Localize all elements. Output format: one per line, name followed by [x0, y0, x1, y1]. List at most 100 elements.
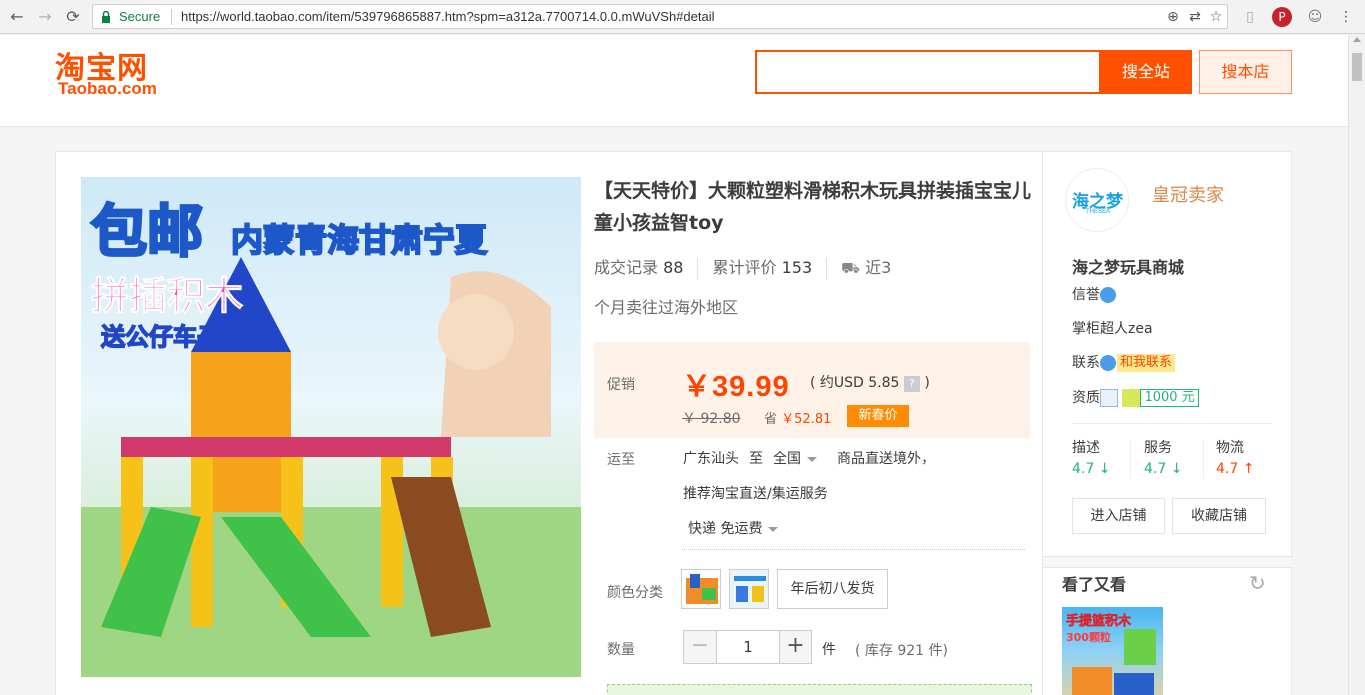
- gift-text: 送公仔车子: [101, 323, 221, 351]
- regions-text: 内蒙青海甘肃宁夏: [231, 221, 488, 259]
- search-all-button[interactable]: 搜全站: [1100, 50, 1192, 94]
- stock-text: ( 库存 921 件): [855, 643, 948, 659]
- product-title: 【天天特价】大颗粒塑料滑梯积木玩具拼装插宝宝儿童小孩益智toy: [594, 180, 1032, 234]
- divider: [1072, 423, 1272, 424]
- url-text[interactable]: https://world.taobao.com/item/5397968658…: [181, 9, 714, 24]
- zoom-icon[interactable]: ⊕: [1164, 8, 1182, 26]
- shop-name[interactable]: 海之梦玩具商城: [1072, 254, 1184, 278]
- score-service-label: 服务: [1144, 440, 1172, 456]
- ship-method-select[interactable]: 快递 免运费: [688, 518, 779, 538]
- recommend-service-link[interactable]: 推荐淘宝直送/集运服务: [683, 483, 828, 503]
- reviews-count[interactable]: 153: [782, 258, 813, 277]
- promo-badge: 新春价: [847, 405, 909, 427]
- site-header: 淘宝网 Taobao.com 搜全站 搜本店: [0, 35, 1348, 127]
- truck-icon: ⛟: [841, 259, 860, 277]
- shipping-label: 运至: [607, 452, 635, 468]
- help-icon[interactable]: ?: [903, 376, 920, 392]
- chat-icon: [1100, 355, 1116, 371]
- page: 淘宝网 Taobao.com 搜全站 搜本店 包邮 内蒙青海甘肃宁夏 拼插积木 …: [0, 35, 1348, 695]
- playground-illustration: 包邮 内蒙青海甘肃宁夏 拼插积木 送公仔车子: [81, 199, 581, 677]
- credit-row: 信誉: [1072, 284, 1116, 304]
- svg-text:300颗粒: 300颗粒: [1066, 630, 1111, 644]
- score-divider: [1130, 439, 1131, 479]
- blocks-text: 拼插积木: [91, 274, 243, 318]
- score-divider: [1203, 439, 1204, 479]
- score-desc-value: 4.7 ↓: [1072, 461, 1111, 477]
- chevron-down-icon: [768, 526, 779, 532]
- sku-swatch-1[interactable]: [681, 569, 721, 609]
- pinterest-icon[interactable]: P: [1272, 7, 1292, 27]
- shop-logo[interactable]: 海之梦 THESEA: [1065, 168, 1129, 232]
- reload-icon[interactable]: ⟳: [62, 6, 84, 28]
- quantity-input[interactable]: 1: [717, 631, 779, 663]
- usd-price: ( 约USD 5.85 ? ): [810, 375, 930, 392]
- enter-shop-button[interactable]: 进入店铺: [1072, 498, 1165, 534]
- see-also-heading: 看了又看: [1062, 575, 1127, 594]
- qualification-row: 资质 1000 元: [1072, 387, 1199, 407]
- product-stats: 成交记录 88 累计评价 153 ⛟ 近3: [594, 256, 1034, 280]
- quantity-stepper: − 1 +: [683, 630, 812, 664]
- id-card-icon[interactable]: [1100, 389, 1118, 407]
- extension-page-icon[interactable]: ▯: [1240, 7, 1260, 27]
- forward-icon[interactable]: →: [34, 6, 56, 28]
- sku-swatch-2[interactable]: [729, 569, 769, 609]
- score-service-value: 4.7 ↓: [1144, 461, 1183, 477]
- score-logistics-value: 4.7 ↑: [1216, 461, 1255, 477]
- product-panel: 包邮 内蒙青海甘肃宁夏 拼插积木 送公仔车子 【天天特价】大颗粒塑料滑梯积木玩具…: [55, 151, 1293, 695]
- score-desc-label: 描述: [1072, 440, 1100, 456]
- sku-label: 颜色分类: [607, 585, 663, 601]
- divider: [682, 549, 1025, 550]
- recent-shipping-text: 个月卖往过海外地区: [594, 298, 739, 317]
- scroll-up-arrow-icon[interactable]: [1353, 37, 1361, 42]
- sales-count[interactable]: 88: [663, 258, 683, 277]
- extension-cat-icon[interactable]: ☺: [1305, 7, 1325, 27]
- deposit-badge[interactable]: 1000 元: [1140, 389, 1199, 407]
- product-image[interactable]: 包邮 内蒙青海甘肃宁夏 拼插积木 送公仔车子: [81, 177, 581, 677]
- recent-shipping-prefix: 近3: [865, 258, 892, 277]
- sales-label[interactable]: 成交记录: [594, 258, 658, 277]
- back-icon[interactable]: ←: [6, 6, 28, 28]
- address-bar[interactable]: Secure https://world.taobao.com/item/539…: [92, 4, 1228, 29]
- promo-notice-bar: [607, 684, 1032, 695]
- search-input[interactable]: [755, 50, 1101, 94]
- browser-toolbar: ← → ⟳ Secure https://world.taobao.com/it…: [0, 0, 1365, 34]
- score-logistics-label: 物流: [1216, 440, 1244, 456]
- refresh-icon[interactable]: ↻: [1249, 571, 1266, 595]
- contact-button[interactable]: 和我联系: [1117, 354, 1176, 372]
- shop-owner: 掌柜超人zea: [1072, 321, 1153, 337]
- reviews-label[interactable]: 累计评价: [712, 258, 776, 277]
- save-amount: 省 ￥52.81: [764, 412, 832, 427]
- quantity-unit: 件: [822, 642, 836, 658]
- promo-label: 促销: [607, 377, 635, 393]
- page-scrollbar[interactable]: [1348, 35, 1365, 695]
- original-price: ￥ 92.80: [682, 411, 741, 427]
- contact-row: 联系 和我联系: [1072, 352, 1176, 372]
- quantity-plus-button[interactable]: +: [779, 631, 811, 663]
- deposit-icon: [1122, 389, 1141, 407]
- free-ship-text: 包邮: [91, 200, 203, 265]
- lock-icon: [102, 11, 110, 23]
- ship-from: 广东汕头: [683, 451, 739, 467]
- chevron-down-icon: [807, 456, 817, 462]
- secure-label: Secure: [119, 9, 161, 24]
- seller-level: 皇冠卖家: [1152, 185, 1224, 206]
- quantity-label: 数量: [607, 642, 635, 658]
- svg-text:手提篮积木: 手提篮积木: [1066, 613, 1132, 629]
- ship-to-word: 至: [749, 451, 763, 467]
- scroll-thumb[interactable]: [1352, 53, 1362, 81]
- current-price: ￥39.99: [682, 371, 790, 403]
- bookmark-star-icon[interactable]: ☆: [1207, 8, 1225, 26]
- recommended-item-image[interactable]: 手提篮积木 300颗粒: [1062, 607, 1163, 695]
- address-separator: [171, 9, 172, 25]
- quantity-minus-button[interactable]: −: [684, 631, 717, 663]
- menu-dots-icon[interactable]: ⋮: [1336, 7, 1356, 27]
- sku-option-button[interactable]: 年后初八发货: [777, 569, 888, 609]
- price-box: 促销 ￥39.99 ( 约USD 5.85 ? ) ￥ 92.80 省 ￥52.…: [594, 342, 1030, 438]
- favorite-shop-button[interactable]: 收藏店铺: [1172, 498, 1266, 534]
- taobao-logo-en[interactable]: Taobao.com: [58, 79, 157, 99]
- translate-icon[interactable]: ⇄: [1186, 8, 1204, 26]
- ship-destination-select[interactable]: 全国: [773, 448, 817, 468]
- direct-ship-text: 商品直送境外，: [837, 451, 935, 467]
- search-shop-button[interactable]: 搜本店: [1199, 50, 1292, 94]
- credit-crown-icon: [1100, 287, 1116, 303]
